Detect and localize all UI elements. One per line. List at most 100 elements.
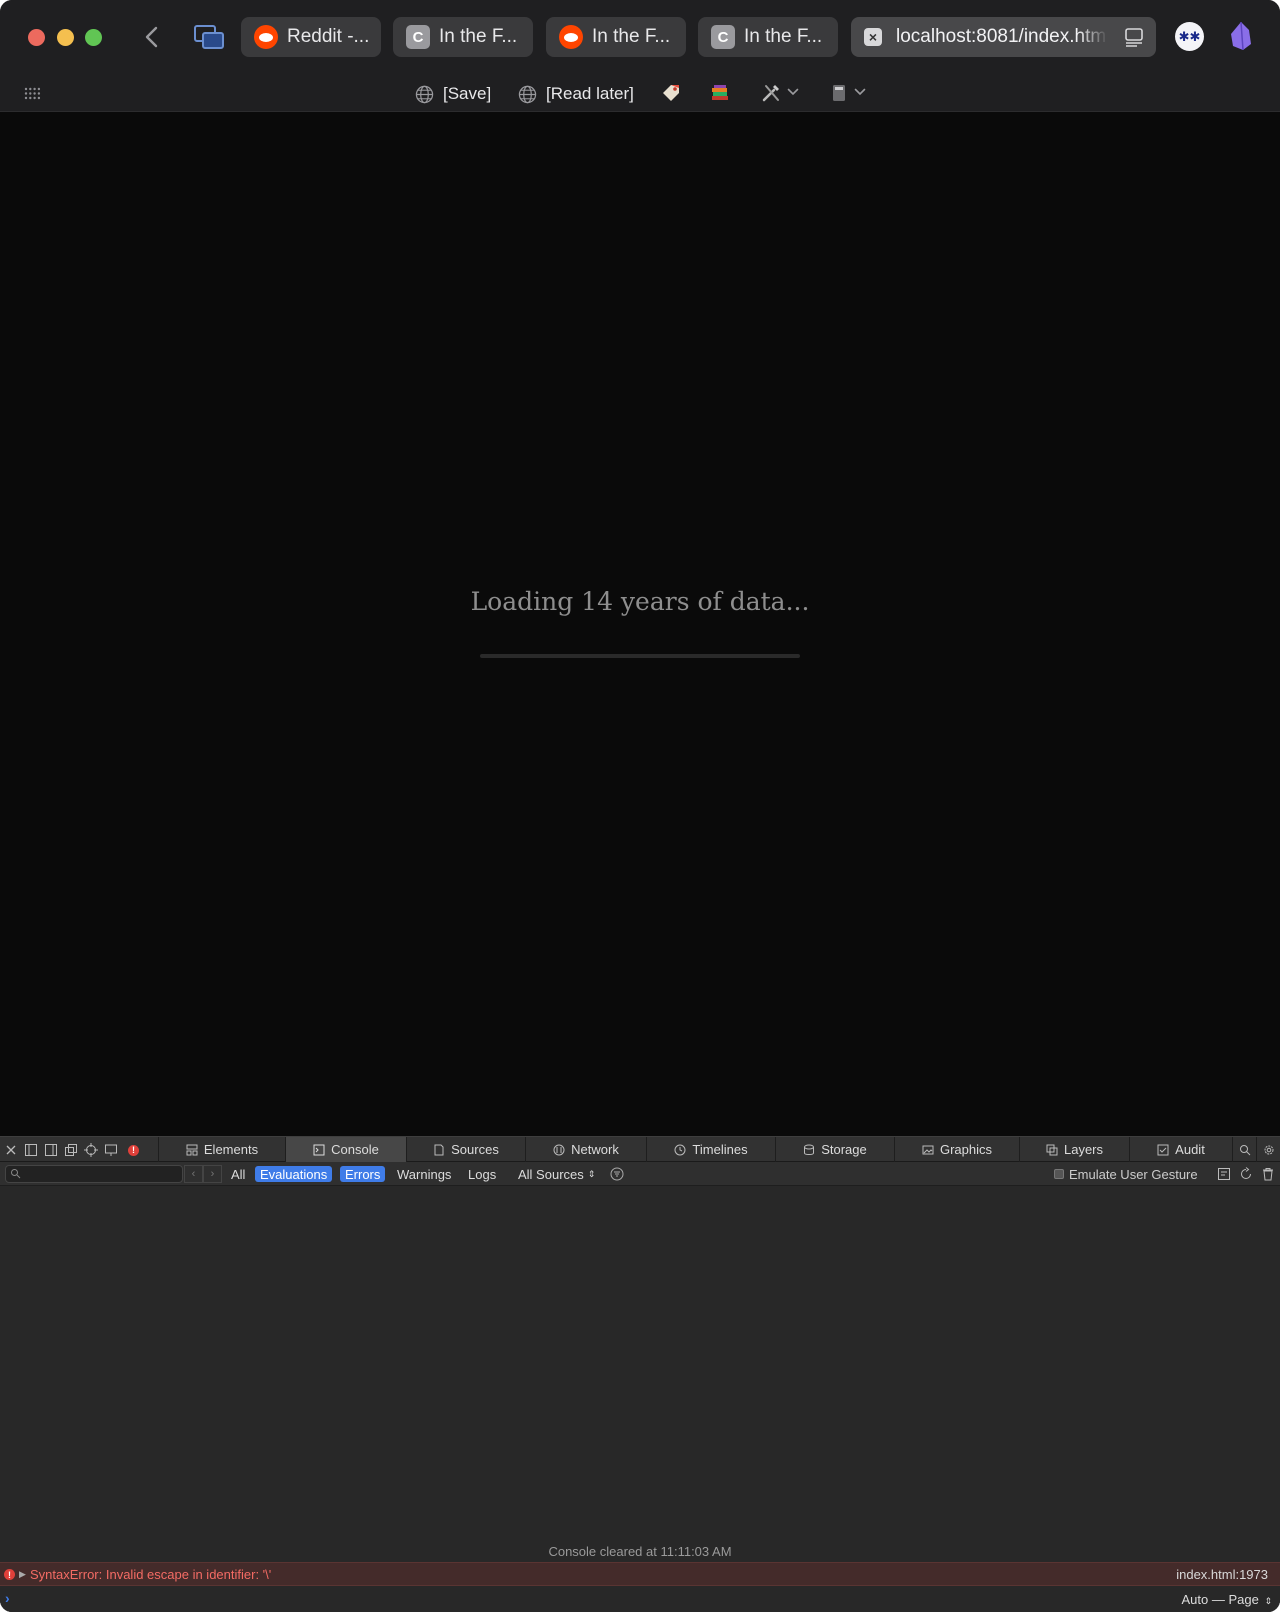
filter-errors[interactable]: Errors [340,1166,386,1182]
tab-reddit[interactable]: Reddit -... [241,17,381,57]
reader-view-icon[interactable] [1124,27,1144,47]
chevron-down-icon[interactable] [854,88,866,96]
tools-icon[interactable] [760,82,782,104]
gear-icon [1264,1145,1273,1154]
select-arrows-icon: ⇕ [587,1168,596,1179]
tab-network[interactable]: Network [525,1137,646,1162]
globe-icon [415,85,434,103]
tag-icon[interactable] [660,82,682,104]
filter-logs[interactable]: Logs [463,1166,501,1182]
tab-audit[interactable]: Audit [1129,1137,1232,1162]
reddit-icon [559,25,583,49]
clear-console-icon[interactable] [1261,1167,1275,1181]
disclosure-triangle-icon[interactable]: ▶ [19,1569,26,1580]
emulate-user-gesture-toggle[interactable]: Emulate User Gesture [1054,1166,1198,1182]
search-icon [11,1169,21,1179]
tab-timelines[interactable]: Timelines [646,1137,775,1162]
console-output [0,1186,1280,1556]
save-bookmark[interactable]: [Save] [415,82,491,106]
filter-options-icon[interactable] [610,1167,624,1181]
console-icon [313,1144,325,1155]
select-arrows-icon: ⇕ [1264,1596,1272,1606]
dock-left-icon[interactable] [24,1143,38,1157]
previous-match-button[interactable]: ‹ [184,1165,203,1183]
c-letter-icon: C [711,25,735,49]
c-letter-icon: C [406,25,430,49]
tab-storage[interactable]: Storage [775,1137,894,1162]
title-bar: Reddit -... C In the F... In the F... C … [0,0,1280,74]
back-arrow-icon[interactable] [140,22,164,52]
detach-icon[interactable] [64,1143,78,1157]
clock-icon [674,1144,686,1155]
filter-evaluations[interactable]: Evaluations [255,1166,333,1182]
tab-sources[interactable]: Sources [406,1137,525,1162]
dock-bottom-icon[interactable] [44,1143,58,1157]
tab-label: In the F... [592,26,671,47]
notebook-icon[interactable] [828,82,850,104]
target-icon[interactable] [84,1143,98,1157]
loading-message: Loading 14 years of data... [470,587,810,616]
loading-progress-bar [480,654,800,658]
image-icon [922,1145,934,1154]
close-inspector-icon[interactable] [4,1143,18,1157]
device-icon[interactable] [104,1143,118,1157]
zoom-window-button[interactable] [85,29,102,46]
sources-icon [434,1144,444,1155]
error-indicator-icon[interactable]: ! [128,1144,139,1156]
tab-console[interactable]: Console [285,1137,406,1162]
console-filter-bar: ‹ › All Evaluations Errors Warnings Logs… [0,1162,1280,1186]
address-bar[interactable]: × localhost:8081/index.htm [851,17,1156,57]
console-cleared-message: Console cleared at 11:11:03 AM [548,1544,732,1559]
tab-label: In the F... [439,26,518,47]
chevron-down-icon[interactable] [787,88,799,96]
layers-icon [1046,1144,1058,1155]
tab-in-the-f-2[interactable]: In the F... [546,17,686,57]
console-filter-input[interactable] [5,1165,183,1183]
tab-overview-icon[interactable] [193,24,225,50]
tab-in-the-f-1[interactable]: C In the F... [393,17,533,57]
books-icon[interactable] [709,82,731,104]
save-label: [Save] [443,84,492,103]
tab-in-the-f-3[interactable]: C In the F... [698,17,838,57]
search-icon [1239,1144,1250,1155]
extension-icon[interactable]: ✱✱ [1175,22,1204,51]
browser-window: Reddit -... C In the F... In the F... C … [0,0,1280,1612]
tab-graphics[interactable]: Graphics [894,1137,1019,1162]
elements-icon [186,1144,198,1155]
error-icon: ! [4,1569,15,1580]
filter-all[interactable]: All [226,1166,250,1182]
network-icon [553,1144,565,1155]
show-console-sidebar-icon[interactable] [1217,1167,1231,1181]
database-icon [804,1144,815,1155]
minimize-window-button[interactable] [57,29,74,46]
url-text[interactable]: localhost:8081/index.htm [896,26,1106,48]
read-later-bookmark[interactable]: [Read later] [518,82,634,106]
error-message: SyntaxError: Invalid escape in identifie… [30,1567,272,1582]
checkbox[interactable] [1054,1169,1064,1179]
web-inspector: ! Elements Console Sources Network Timel… [0,1136,1280,1612]
tab-label: Reddit -... [287,26,370,47]
console-prompt[interactable]: › Auto — Page ⇕ [0,1587,1280,1612]
reload-icon[interactable] [1239,1167,1253,1181]
grid-icon[interactable] [24,87,41,100]
settings-tab[interactable] [1256,1137,1280,1162]
execution-context-select[interactable]: Auto — Page ⇕ [1182,1592,1273,1607]
sources-select[interactable]: All Sources ⇕ [513,1166,600,1182]
close-window-button[interactable] [28,29,45,46]
search-tab[interactable] [1232,1137,1256,1162]
error-source-link[interactable]: index.html:1973 [1176,1567,1268,1582]
tab-layers[interactable]: Layers [1019,1137,1129,1162]
next-match-button[interactable]: › [203,1165,222,1183]
read-later-label: [Read later] [546,84,634,103]
inspector-tab-bar: ! Elements Console Sources Network Timel… [0,1136,1280,1162]
crystal-extension-icon[interactable] [1229,20,1253,52]
page-content: Loading 14 years of data... [0,112,1280,1136]
audit-icon [1157,1144,1169,1155]
prompt-caret-icon: › [5,1590,10,1606]
tab-elements[interactable]: Elements [158,1137,285,1162]
close-tab-icon[interactable]: × [864,28,882,46]
globe-icon [518,85,537,103]
console-error-row[interactable]: ! ▶ SyntaxError: Invalid escape in ident… [0,1562,1280,1586]
filter-warnings[interactable]: Warnings [392,1166,456,1182]
filter-nav: ‹ › [184,1165,222,1183]
